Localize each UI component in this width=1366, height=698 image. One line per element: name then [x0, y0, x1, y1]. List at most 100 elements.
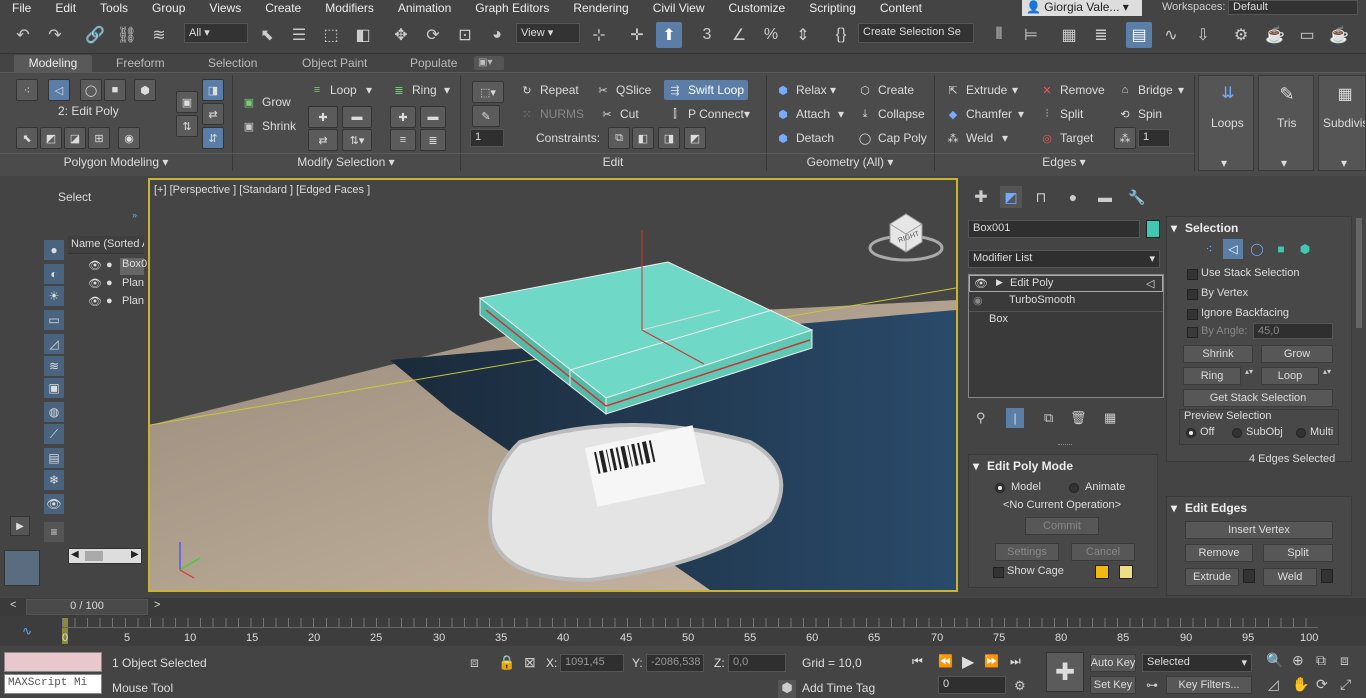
maxscript-listener-input[interactable]: MAXScript Mi [4, 674, 102, 694]
snaps-toggle-icon[interactable]: 3 [694, 22, 720, 48]
track-bar[interactable]: ∿ 0 5 10 15 20 25 30 35 40 45 50 55 60 6… [0, 616, 1366, 646]
polygon-subobject-icon[interactable]: ■ [1271, 239, 1291, 259]
menu-rendering[interactable]: Rendering [561, 1, 640, 15]
by-angle-checkbox[interactable] [1187, 327, 1198, 338]
menu-animation[interactable]: Animation [386, 1, 463, 15]
display-spacewarps-icon[interactable]: ≋ [44, 356, 64, 376]
grow-loop-icon[interactable]: ✚ [308, 106, 338, 128]
extrude-edge-button[interactable]: Extrude [1185, 568, 1239, 586]
edge-mode-icon[interactable]: ◁ [48, 79, 70, 101]
time-next-icon[interactable]: > [154, 599, 160, 611]
add-time-tag-label[interactable]: Add Time Tag [802, 681, 875, 695]
select-object-icon[interactable]: ⬉ [254, 22, 280, 48]
command-panel-scrollbar[interactable] [1356, 218, 1362, 328]
angle-snap-icon[interactable]: ∠ [726, 22, 752, 48]
make-unique-icon[interactable]: ⧉ [1044, 410, 1053, 426]
isolate-selection-icon[interactable]: ⧈ [470, 654, 479, 671]
object-name-field[interactable]: Box001 [968, 220, 1140, 238]
expand-arrow-icon[interactable]: ▶ [10, 516, 30, 536]
scene-explorer-icon[interactable]: ▦ [1056, 22, 1082, 48]
vertex-subobject-icon[interactable]: ⁖ [1199, 239, 1219, 259]
stack-eye-icon[interactable]: 👁 [974, 277, 988, 290]
collapse-stack-icon[interactable]: ▣ [176, 91, 198, 113]
ignore-backfacing-icon[interactable]: ⇵ [202, 127, 224, 149]
preview-subobj-radio[interactable] [1232, 428, 1242, 438]
move-icon[interactable]: ✥ [388, 22, 414, 48]
maxscript-output[interactable] [4, 652, 102, 672]
element-subobject-icon[interactable]: ⬢ [1295, 239, 1315, 259]
menu-tools[interactable]: Tools [88, 1, 140, 15]
pin-stack-icon[interactable]: ◨ [202, 79, 224, 101]
edit-edges-title[interactable]: Edit Edges [1185, 501, 1247, 515]
show-end-result-icon[interactable]: | [1006, 408, 1024, 428]
scrollbar-thumb[interactable] [85, 551, 103, 561]
remove-modifier-icon[interactable]: 🗑 [1070, 410, 1087, 426]
keyboard-shortcut-override-icon[interactable]: ⬆ [656, 22, 682, 48]
vertex-mode-icon[interactable]: ⁖ [16, 79, 38, 101]
panel-edges[interactable]: Edges ▾ [934, 153, 1194, 169]
scroll-left-icon[interactable]: ◀ [71, 549, 79, 560]
panel-edit[interactable]: Edit [460, 153, 766, 169]
visibility-eye-icon[interactable]: 👁 [88, 295, 102, 308]
mirror-icon[interactable]: ⫴ [986, 22, 1012, 48]
collapse-button[interactable]: Collapse [878, 107, 925, 121]
border-mode-icon[interactable]: ◯ [80, 79, 102, 101]
ignore-backfacing-checkbox[interactable] [1187, 309, 1198, 320]
attach-dropdown-arrow[interactable]: ▾ [838, 107, 844, 121]
repeat-button[interactable]: Repeat [540, 83, 579, 97]
go-to-start-icon[interactable]: ⏮ [912, 654, 923, 669]
detach-button[interactable]: Detach [796, 131, 834, 145]
animate-radio[interactable] [1069, 483, 1079, 493]
scene-row[interactable]: 👁 ● Plan [68, 276, 144, 293]
border-subobject-icon[interactable]: ◯ [1247, 239, 1267, 259]
tweak-icon[interactable]: ✎ [472, 105, 500, 127]
ring-selection-button[interactable]: Ring [1183, 367, 1241, 385]
remove-edge-button[interactable]: Remove [1185, 544, 1253, 562]
expand-panel-icon[interactable]: » [132, 210, 137, 220]
create-panel-icon[interactable]: ✚ [970, 186, 992, 208]
by-angle-spinner[interactable]: 45,0 [1253, 323, 1333, 339]
edges-spinner[interactable]: 1 [1138, 129, 1170, 147]
ring-options-icon[interactable]: ≣ [420, 129, 446, 151]
menu-create[interactable]: Create [253, 1, 313, 15]
menu-customize[interactable]: Customize [717, 1, 798, 15]
tab-freeform[interactable]: Freeform [108, 55, 173, 72]
hierarchy-panel-icon[interactable]: ⊓ [1030, 186, 1052, 208]
panel-grip[interactable] [1058, 444, 1072, 446]
selection-filter-dropdown[interactable]: All ▾ [184, 23, 248, 43]
rollout-toggle[interactable]: ▾ [973, 459, 979, 473]
extrude-button[interactable]: Extrude [966, 83, 1007, 97]
stack-item-box[interactable]: Box [969, 311, 1163, 328]
panel-geometry[interactable]: Geometry (All) ▾ [766, 153, 934, 169]
show-cage-checkbox[interactable] [993, 567, 1004, 578]
named-selection-set-dropdown[interactable]: Create Selection Se [858, 23, 974, 43]
use-subobject-icon[interactable]: ◩ [40, 127, 62, 149]
cage-selected-color-swatch[interactable] [1119, 565, 1133, 579]
constraint-edge-icon[interactable]: ◧ [632, 127, 654, 149]
set-key-big-icon[interactable]: ✚ [1046, 652, 1084, 692]
zoom-extents-all-icon[interactable]: ⧈ [1340, 652, 1349, 669]
split-button[interactable]: Split [1060, 107, 1083, 121]
grow-selection-button[interactable]: Grow [1261, 345, 1333, 363]
horizontal-scrollbar[interactable]: ◀ ▶ [68, 548, 142, 564]
key-mode-icon[interactable]: ⊶ [1146, 678, 1158, 692]
link-icon[interactable]: 🔗 [82, 22, 108, 48]
time-tag-icon[interactable]: ⬢ [778, 680, 796, 698]
model-radio[interactable] [995, 483, 1005, 493]
zoom-extents-icon[interactable]: ⧉ [1316, 652, 1326, 669]
display-particles-icon[interactable]: ❄ [44, 470, 64, 490]
remove-button[interactable]: Remove [1060, 83, 1105, 97]
ring-button[interactable]: Ring [412, 83, 437, 97]
workspace-dropdown[interactable]: Default [1228, 0, 1358, 15]
rollout-toggle[interactable]: ▾ [1171, 221, 1177, 235]
menu-scripting[interactable]: Scripting [797, 1, 868, 15]
pin-stack-icon[interactable]: ⚲ [976, 410, 986, 426]
edit-named-selection-icon[interactable]: {} [828, 22, 854, 48]
spinner-snap-icon[interactable]: ⇕ [790, 22, 816, 48]
scroll-right-icon[interactable]: ▶ [131, 549, 139, 560]
display-geometry-icon[interactable]: ● [44, 240, 64, 260]
ribbon-options-icon[interactable]: ▣▾ [474, 56, 504, 70]
display-lights-icon[interactable]: ☀ [44, 286, 64, 306]
shrink-loop-icon[interactable]: ▬ [342, 106, 372, 128]
menu-file[interactable]: File [0, 1, 43, 15]
